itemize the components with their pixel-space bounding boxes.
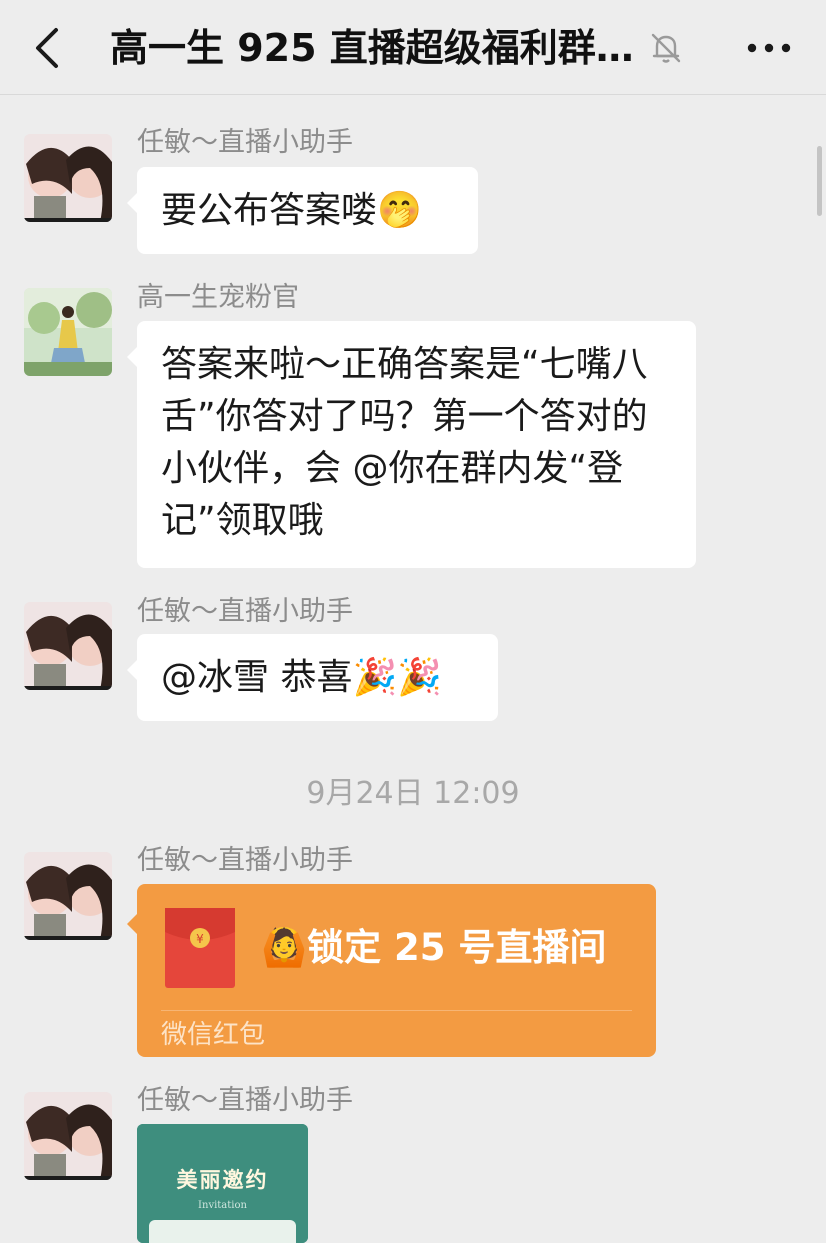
- message-bubble[interactable]: 要公布答案喽🤭: [127, 167, 478, 254]
- red-envelope-icon: ¥: [165, 908, 235, 988]
- image-card-subtitle: Invitation: [198, 1200, 247, 1211]
- avatar[interactable]: [24, 288, 112, 376]
- red-packet-label: 微信红包: [161, 1020, 266, 1050]
- bell-off-icon: [651, 33, 681, 63]
- red-packet-title: 🙆锁定 25 号直播间: [261, 926, 607, 969]
- chat-title: 高一生 925 直播超级福利群…: [110, 26, 634, 70]
- sender-name: 任敏～直播小助手: [137, 127, 353, 158]
- image-card-title: 美丽邀约: [176, 1168, 269, 1192]
- scrollbar[interactable]: [817, 146, 822, 216]
- sender-name: 任敏～直播小助手: [137, 1085, 353, 1116]
- avatar[interactable]: [24, 852, 112, 940]
- more-dots-icon[interactable]: [744, 30, 794, 66]
- chat-header: 高一生 925 直播超级福利群…: [0, 0, 826, 95]
- sender-name: 高一生宠粉官: [137, 282, 299, 313]
- message-bubble[interactable]: 答案来啦～正确答案是“七嘴八舌”你答对了吗？第一个答对的小伙伴，会 @你在群内发…: [127, 321, 696, 568]
- message-bubble[interactable]: @冰雪 恭喜🎉🎉: [127, 634, 498, 721]
- avatar[interactable]: [24, 134, 112, 222]
- avatar[interactable]: [24, 1092, 112, 1180]
- red-packet-divider: [161, 1010, 632, 1011]
- message-timestamp: 9月24日 12:09: [306, 776, 520, 811]
- chevron-left-icon[interactable]: [30, 26, 70, 70]
- sender-name: 任敏～直播小助手: [137, 596, 353, 627]
- sender-name: 任敏～直播小助手: [137, 845, 353, 876]
- svg-text:¥: ¥: [196, 932, 204, 946]
- avatar[interactable]: [24, 602, 112, 690]
- image-message[interactable]: 美丽邀约 Invitation: [137, 1124, 308, 1243]
- red-packet-card[interactable]: ¥ 🙆锁定 25 号直播间 微信红包: [127, 884, 656, 1057]
